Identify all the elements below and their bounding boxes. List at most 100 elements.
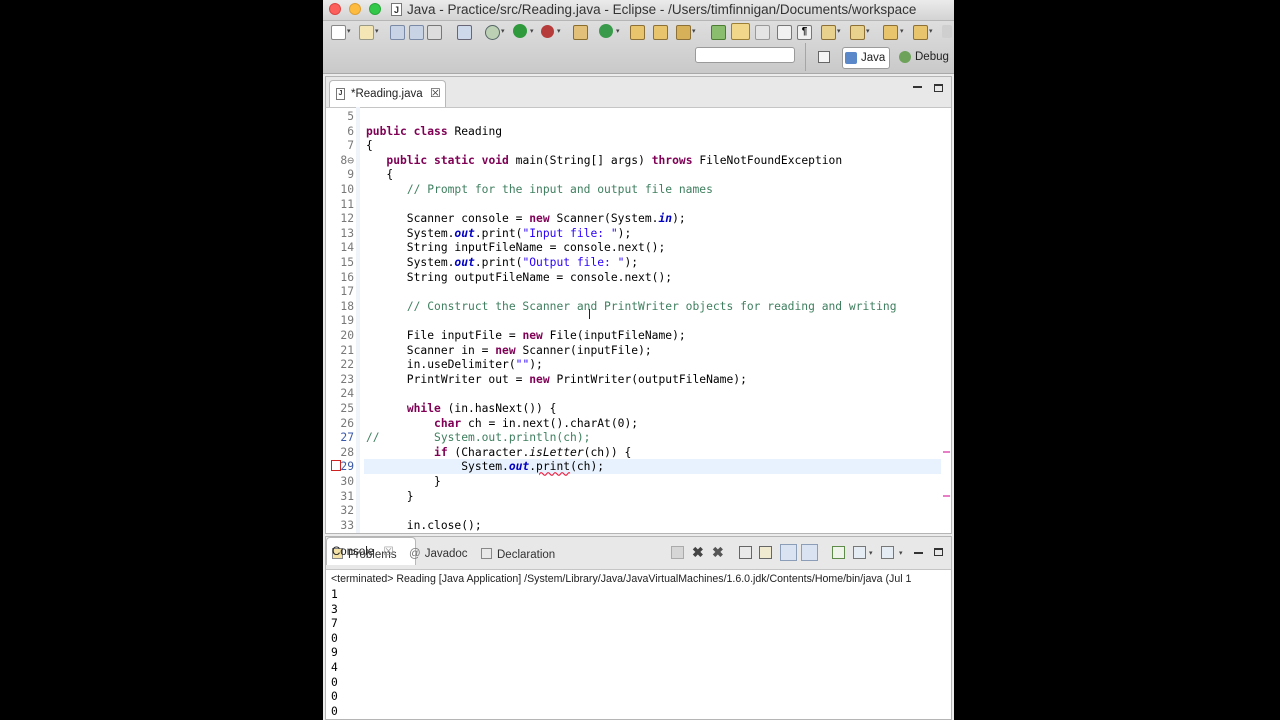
- remove-launch-icon[interactable]: ✖: [692, 545, 705, 559]
- run-dropdown-icon[interactable]: ▾: [530, 27, 534, 35]
- console-output[interactable]: 137094000: [331, 588, 338, 719]
- save-all-icon[interactable]: [409, 25, 424, 40]
- code-line[interactable]: {: [366, 139, 373, 152]
- code-line[interactable]: Scanner console = new Scanner(System.in)…: [366, 212, 686, 225]
- block-selection-icon[interactable]: [755, 25, 770, 40]
- forward-dropdown-icon[interactable]: ▾: [929, 27, 933, 35]
- code-line[interactable]: // Construct the Scanner and PrintWriter…: [366, 300, 897, 313]
- show-on-stderr-icon[interactable]: [801, 544, 818, 561]
- code-line[interactable]: }: [366, 475, 441, 488]
- code-area[interactable]: 5 6 public class Reading 7 {8⊖ public static…: [326, 107, 951, 533]
- code-line[interactable]: if (Character.isLetter(ch)) {: [366, 446, 631, 459]
- clear-console-icon[interactable]: [739, 546, 752, 559]
- new-package-dropdown-icon[interactable]: ▾: [375, 27, 379, 35]
- maximize-console-icon[interactable]: [934, 548, 943, 556]
- show-on-stdout-icon[interactable]: [780, 544, 797, 561]
- overview-ruler-marker[interactable]: [943, 451, 950, 453]
- minimize-console-icon[interactable]: [914, 552, 923, 554]
- toggle-highlight-icon[interactable]: [731, 23, 750, 40]
- show-whitespace-icon[interactable]: [777, 25, 792, 40]
- code-line[interactable]: in.useDelimiter("");: [366, 358, 543, 371]
- debug-perspective-label: Debug: [915, 51, 949, 63]
- previous-annotation-icon[interactable]: [850, 25, 865, 40]
- code-line[interactable]: // System.out.println(ch);: [366, 431, 590, 444]
- paragraph-icon[interactable]: ¶: [797, 25, 812, 40]
- close-tab-icon[interactable]: ☒: [430, 86, 441, 100]
- code-line[interactable]: String outputFileName = console.next();: [366, 271, 672, 284]
- code-line[interactable]: in.close();: [366, 519, 482, 532]
- code-line[interactable]: while (in.hasNext()) {: [366, 402, 557, 415]
- new-class-icon[interactable]: [599, 24, 613, 38]
- code-line[interactable]: // Prompt for the input and output file …: [366, 183, 713, 196]
- terminate-icon[interactable]: [671, 546, 684, 559]
- run-icon[interactable]: [513, 24, 527, 38]
- new-package-icon[interactable]: [359, 25, 374, 40]
- next-annotation-icon[interactable]: [821, 25, 836, 40]
- code-line[interactable]: File inputFile = new File(inputFileName)…: [366, 329, 686, 342]
- editor-tab-reading-java[interactable]: J *Reading.java ☒: [329, 80, 446, 107]
- maximize-editor-icon[interactable]: [934, 84, 943, 92]
- open-type-icon[interactable]: [630, 25, 645, 40]
- minimize-editor-icon[interactable]: [913, 86, 922, 88]
- code-line[interactable]: String inputFileName = console.next();: [366, 241, 665, 254]
- code-line[interactable]: }: [366, 490, 414, 503]
- debug-icon[interactable]: [485, 25, 500, 40]
- print-icon[interactable]: [427, 25, 442, 40]
- open-console-icon[interactable]: [881, 546, 894, 559]
- new-icon[interactable]: [331, 25, 346, 40]
- open-task-icon[interactable]: [653, 25, 668, 40]
- search-dropdown-icon[interactable]: ▾: [692, 27, 696, 35]
- external-tools-icon[interactable]: [541, 25, 554, 38]
- overview-ruler-marker[interactable]: [943, 495, 950, 497]
- code-line[interactable]: public class Reading: [366, 125, 502, 138]
- code-line[interactable]: public static void main(String[] args) t…: [366, 154, 842, 167]
- toggle-mark-occurrences-icon[interactable]: [711, 25, 726, 40]
- remove-all-terminated-icon[interactable]: ✖: [712, 545, 725, 559]
- scroll-lock-icon[interactable]: [759, 546, 772, 559]
- line-number: 5: [347, 110, 354, 123]
- code-line[interactable]: Scanner in = new Scanner(inputFile);: [366, 344, 652, 357]
- quick-access-search-input[interactable]: [695, 47, 795, 63]
- external-tools-dropdown-icon[interactable]: ▾: [557, 27, 561, 35]
- debug-bug-icon: [899, 51, 911, 63]
- minimize-window-button[interactable]: [349, 3, 361, 15]
- new-dropdown-icon[interactable]: ▾: [347, 27, 351, 35]
- display-selected-console-icon[interactable]: [853, 546, 866, 559]
- tab-declaration[interactable]: Declaration: [481, 548, 555, 561]
- forward-icon[interactable]: [913, 25, 928, 40]
- new-class-dropdown-icon[interactable]: ▾: [616, 27, 620, 35]
- new-java-project-icon[interactable]: [573, 25, 588, 40]
- save-icon[interactable]: [390, 25, 405, 40]
- console-output-line: 0: [331, 631, 338, 645]
- code-line[interactable]: char ch = in.next().charAt(0);: [366, 417, 638, 430]
- line-number: 12: [340, 212, 354, 226]
- line-number: 6: [347, 124, 354, 138]
- close-console-tab-icon[interactable]: ☒: [383, 546, 393, 558]
- error-marker-icon[interactable]: [331, 460, 341, 471]
- pin-console-icon[interactable]: [832, 546, 845, 559]
- previous-annotation-dropdown-icon[interactable]: ▾: [866, 27, 870, 35]
- overflow-icon[interactable]: [942, 25, 952, 38]
- back-dropdown-icon[interactable]: ▾: [900, 27, 904, 35]
- display-console-dropdown-icon[interactable]: ▾: [869, 549, 873, 557]
- code-line[interactable]: PrintWriter out = new PrintWriter(output…: [366, 373, 747, 386]
- zoom-window-button[interactable]: [369, 3, 381, 15]
- debug-perspective-button[interactable]: Debug: [897, 47, 949, 67]
- line-number: 31: [340, 489, 354, 503]
- line-number: 10: [340, 183, 354, 196]
- code-line[interactable]: System.out.print("Output file: ");: [366, 256, 638, 269]
- search-pencil-icon[interactable]: [676, 25, 691, 40]
- code-line[interactable]: System.out.print("Input file: ");: [366, 227, 631, 240]
- open-console-dropdown-icon[interactable]: ▾: [899, 549, 903, 557]
- skip-breakpoints-icon[interactable]: [457, 25, 472, 40]
- java-perspective-button[interactable]: Java: [842, 47, 891, 69]
- close-window-button[interactable]: [329, 3, 341, 15]
- code-line[interactable]: {: [366, 168, 393, 181]
- back-icon[interactable]: [883, 25, 898, 40]
- debug-dropdown-icon[interactable]: ▾: [501, 27, 505, 35]
- code-line[interactable]: System.out.print(ch);: [366, 460, 604, 473]
- next-annotation-dropdown-icon[interactable]: ▾: [837, 27, 841, 35]
- tab-javadoc[interactable]: @ Javadoc: [409, 548, 468, 560]
- open-perspective-icon[interactable]: [818, 51, 830, 63]
- java-file-icon: J: [336, 88, 345, 100]
